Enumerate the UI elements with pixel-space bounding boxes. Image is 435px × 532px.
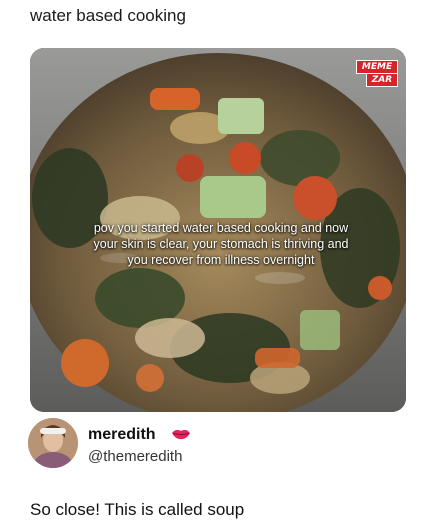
memezar-watermark: MEME ZAR <box>356 60 398 87</box>
author-handle[interactable]: @themeredith <box>88 448 182 465</box>
author-row[interactable]: meredith @themeredith <box>28 418 408 472</box>
soup-photo[interactable]: MEME ZAR pov you started water based coo… <box>30 48 406 412</box>
meme-overlay-text: pov you started water based cooking and … <box>93 221 349 267</box>
avatar[interactable] <box>28 418 78 468</box>
reply-text: So close! This is called soup <box>30 500 245 519</box>
watermark-top-text: MEME <box>356 60 398 74</box>
lips-icon <box>172 429 190 440</box>
post-caption: water based cooking <box>30 6 186 25</box>
avatar-image <box>28 418 78 468</box>
author-name[interactable]: meredith <box>88 426 156 444</box>
watermark-bottom-text: ZAR <box>366 74 398 87</box>
